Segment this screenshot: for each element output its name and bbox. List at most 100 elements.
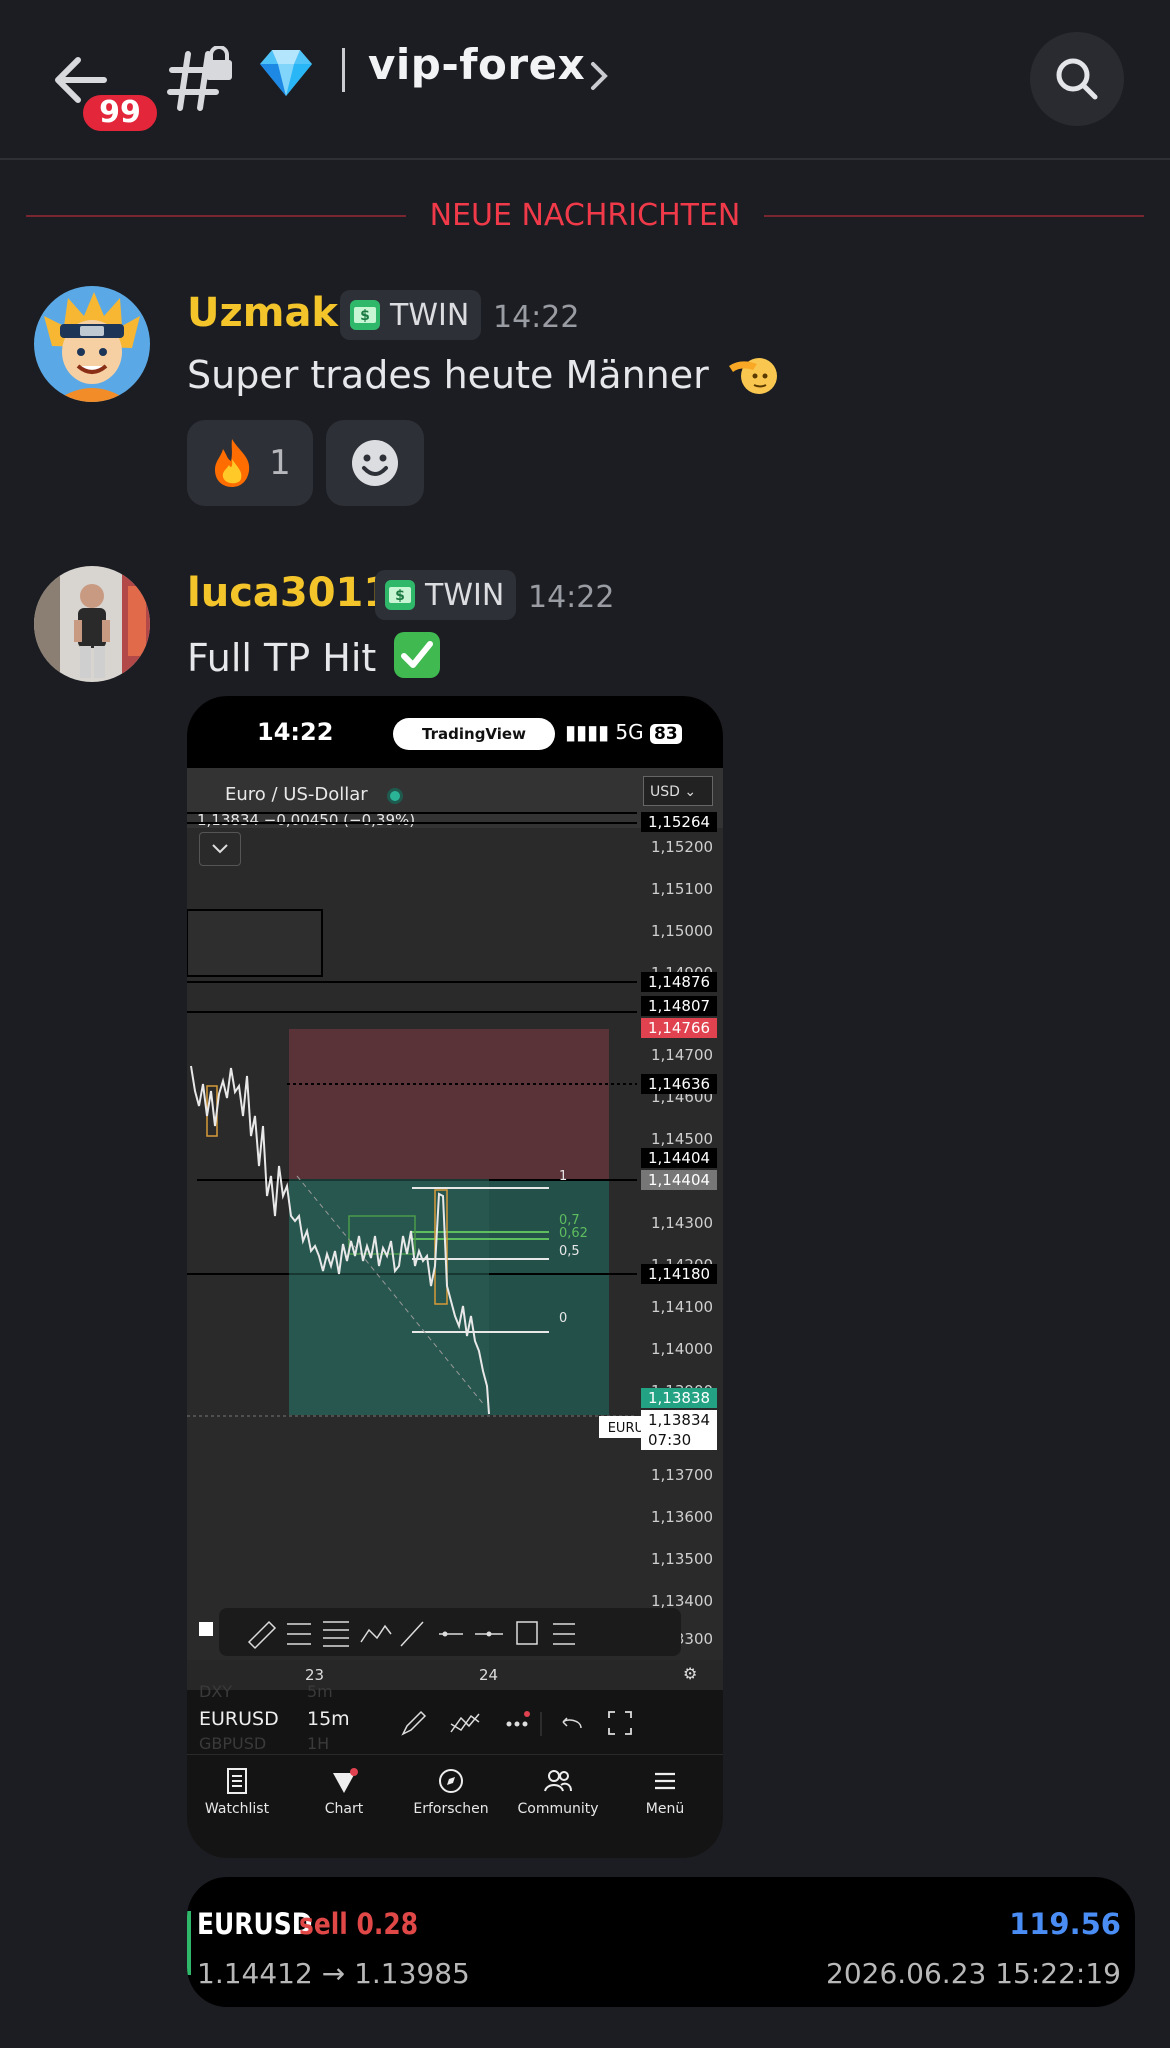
more-icon[interactable] bbox=[506, 1711, 531, 1727]
candle-countdown: 07:30 bbox=[641, 1430, 717, 1450]
ruler-icon[interactable] bbox=[247, 1620, 277, 1650]
search-icon bbox=[1056, 58, 1098, 100]
fib-level-label: 0,62 bbox=[559, 1226, 588, 1241]
trade-result-card[interactable]: EURUSD sell 0.28 119.56 1.14412 → 1.1398… bbox=[187, 1877, 1135, 2007]
server-tag-chip[interactable]: $ TWIN bbox=[340, 290, 482, 340]
date-label: 24 bbox=[479, 1666, 499, 1684]
watch-row: GBPUSD bbox=[199, 1734, 267, 1753]
fire-icon bbox=[215, 439, 250, 487]
avatar[interactable] bbox=[34, 566, 150, 682]
price-tag: 1,14404 bbox=[641, 1170, 717, 1190]
message-username[interactable]: luca3011. bbox=[187, 570, 406, 616]
price-tag: 1,15264 bbox=[641, 812, 717, 832]
reaction-fire[interactable]: 1 bbox=[187, 420, 313, 506]
unread-count-badge: 99 bbox=[78, 90, 162, 136]
drawing-toolbar bbox=[219, 1608, 681, 1656]
axis-tick: 1,14700 bbox=[651, 1046, 714, 1064]
fib-level-label: 1 bbox=[559, 1169, 567, 1184]
reaction-count: 1 bbox=[269, 443, 291, 483]
price-tag: 1,14636 bbox=[641, 1074, 717, 1094]
tab-label: Menü bbox=[645, 1801, 685, 1817]
settings-icon[interactable]: ⚙ bbox=[683, 1664, 697, 1683]
message-body: Full TP Hit bbox=[187, 636, 377, 680]
message-text: Full TP Hit bbox=[187, 630, 442, 680]
card-accent bbox=[187, 1911, 191, 1975]
horizontal-ray-icon[interactable] bbox=[439, 1631, 463, 1637]
chart-controls: DXY EURUSD GBPUSD 5m 15m 1H bbox=[187, 1682, 723, 1754]
open-price: 1.14412 bbox=[197, 1957, 313, 1990]
price-tag: 1,13838 bbox=[641, 1388, 717, 1408]
axis-tick: 1,14500 bbox=[651, 1130, 714, 1148]
axis-tick: 1,13500 bbox=[651, 1550, 714, 1568]
arrow-right-icon: → bbox=[321, 1957, 346, 1990]
fib-retracement-icon[interactable] bbox=[323, 1621, 349, 1647]
saluting-face-icon bbox=[728, 358, 777, 394]
watchlist-icon bbox=[227, 1768, 247, 1794]
axis-tick: 1,15100 bbox=[651, 880, 714, 898]
short-position-icon[interactable] bbox=[553, 1623, 575, 1645]
axis-tick: 1,14300 bbox=[651, 1214, 714, 1232]
community-icon bbox=[544, 1770, 572, 1792]
rectangle-icon[interactable] bbox=[516, 1621, 538, 1645]
price-tag: 1,14180 bbox=[641, 1264, 717, 1284]
message-username[interactable]: Uzmaki bbox=[187, 290, 352, 336]
chart-tab-icon bbox=[333, 1768, 358, 1793]
interval-row: 1H bbox=[307, 1734, 330, 1753]
server-tag-chip[interactable]: $ TWIN bbox=[375, 570, 517, 620]
new-messages-divider: NEUE NACHRICHTEN bbox=[429, 198, 741, 233]
locked-channel-icon bbox=[167, 46, 232, 111]
server-tag-label: TWIN bbox=[425, 577, 505, 613]
price-tag: 1,14766 bbox=[641, 1018, 717, 1038]
tab-label: Community bbox=[517, 1801, 599, 1817]
divider-line-right bbox=[764, 215, 1144, 217]
tab-community[interactable]: Community bbox=[508, 1767, 608, 1817]
axis-tick: 1,15200 bbox=[651, 838, 714, 856]
trade-datetime: 2026.06.23 15:22:19 bbox=[826, 1957, 1121, 1990]
channel-name[interactable]: vip-forex bbox=[368, 40, 585, 89]
axis-tick: 1,13600 bbox=[651, 1508, 714, 1526]
long-position-icon[interactable] bbox=[287, 1623, 311, 1645]
title-divider bbox=[342, 48, 345, 92]
diamond-icon bbox=[260, 50, 312, 96]
time-axis: 23 24 ⚙ bbox=[187, 1660, 723, 1690]
axis-tick: 1,13700 bbox=[651, 1466, 714, 1484]
fib-level-label: 0,5 bbox=[559, 1244, 580, 1259]
message-body: Super trades heute Männer bbox=[187, 353, 709, 397]
trend-line-icon[interactable] bbox=[400, 1621, 424, 1647]
axis-tick: 1,14000 bbox=[651, 1340, 714, 1358]
menu-icon bbox=[655, 1772, 675, 1790]
trade-symbol: EURUSD bbox=[197, 1907, 313, 1941]
add-reaction-icon bbox=[352, 440, 398, 486]
indicator-icon[interactable] bbox=[450, 1713, 480, 1733]
price-tag: 1,14876 bbox=[641, 972, 717, 992]
symbol-selector[interactable]: EURUSD bbox=[199, 1708, 279, 1730]
chevron-right-icon[interactable] bbox=[588, 58, 610, 94]
close-price: 1.13985 bbox=[354, 1957, 470, 1990]
interval-selector[interactable]: 15m bbox=[307, 1708, 350, 1730]
fullscreen-icon[interactable] bbox=[608, 1711, 632, 1735]
trade-side: sell 0.28 bbox=[299, 1907, 419, 1941]
interval-row: 5m bbox=[307, 1682, 333, 1701]
search-button[interactable] bbox=[1030, 32, 1124, 126]
tab-chart[interactable]: Chart bbox=[294, 1767, 394, 1817]
horizontal-line-icon[interactable] bbox=[475, 1631, 503, 1637]
undo-icon[interactable] bbox=[562, 1717, 582, 1729]
toolbar-toggle-icon[interactable] bbox=[199, 1622, 213, 1636]
tab-watchlist[interactable]: Watchlist bbox=[187, 1767, 287, 1817]
svg-text:$: $ bbox=[360, 308, 370, 324]
tab-explore[interactable]: Erforschen bbox=[401, 1767, 501, 1817]
current-price-tag: 1,13834 bbox=[641, 1410, 717, 1430]
add-reaction-button[interactable] bbox=[326, 420, 424, 506]
image-attachment[interactable]: 14:22 TradingView ▮▮▮▮ 5G 83 Euro / US-D… bbox=[187, 696, 723, 1858]
avatar[interactable] bbox=[34, 286, 150, 402]
price-tag: 1,14404 bbox=[641, 1148, 717, 1168]
tab-menu[interactable]: Menü bbox=[615, 1767, 715, 1817]
watch-row: DXY bbox=[199, 1682, 233, 1701]
tab-label: Chart bbox=[324, 1801, 364, 1817]
channel-header: 99 vip-forex bbox=[0, 0, 1170, 160]
message-timestamp: 14:22 bbox=[528, 580, 615, 615]
path-icon[interactable] bbox=[360, 1624, 392, 1643]
message-timestamp: 14:22 bbox=[493, 300, 580, 335]
trade-prices: 1.14412 → 1.13985 bbox=[197, 1957, 470, 1990]
pen-icon[interactable] bbox=[401, 1710, 427, 1736]
